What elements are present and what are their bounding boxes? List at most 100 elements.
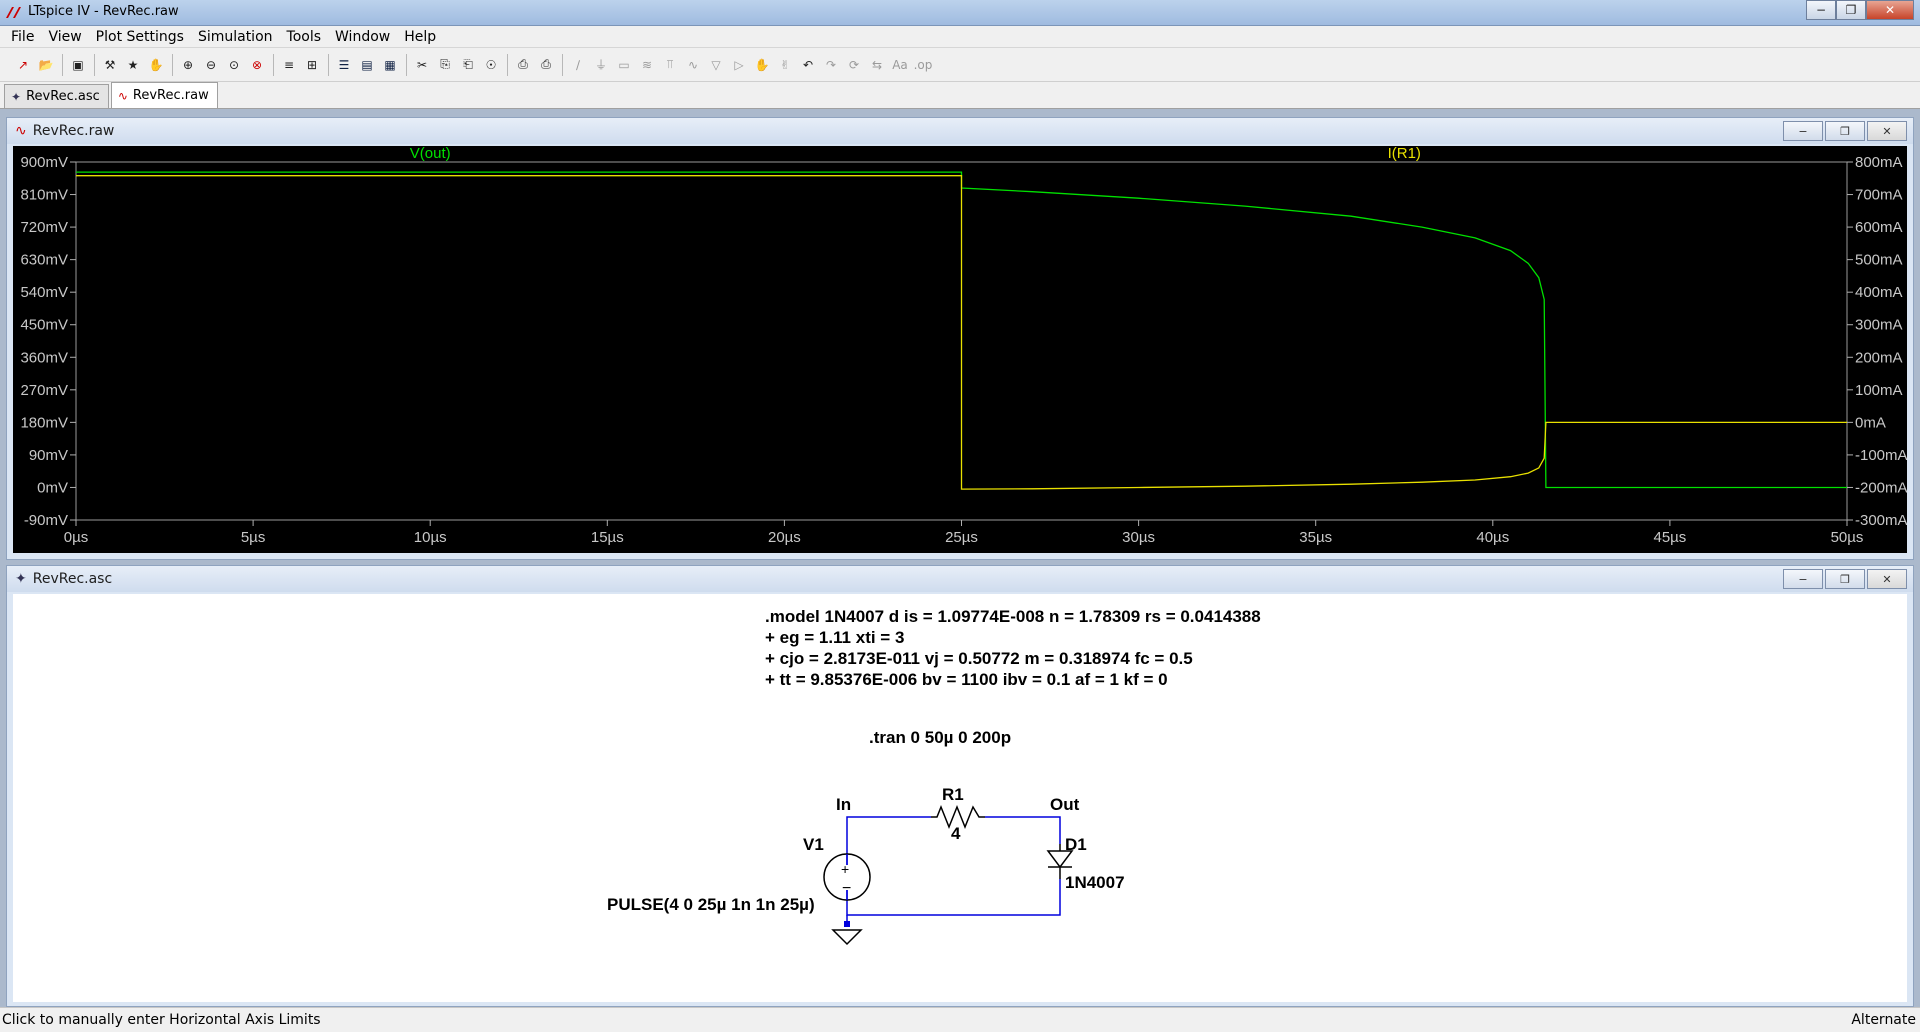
text-icon[interactable]: Aa xyxy=(889,54,911,76)
new-schematic-icon[interactable]: ↗ xyxy=(12,54,34,76)
right-tick-label: 400mA xyxy=(1855,284,1903,301)
zoom-cancel-icon[interactable]: ⊗ xyxy=(246,54,268,76)
right-tick-label: 800mA xyxy=(1855,154,1903,171)
net-label-in[interactable]: In xyxy=(836,795,851,814)
model-directive-line-1[interactable]: .model 1N4007 d is = 1.09774E-008 n = 1.… xyxy=(765,607,1261,626)
menu-view[interactable]: View xyxy=(41,29,88,45)
model-directive-line-3[interactable]: + cjo = 2.8173E-011 vj = 0.50772 m = 0.3… xyxy=(765,649,1193,668)
tab-revrec-raw[interactable]: ∿ RevRec.raw xyxy=(110,82,218,108)
x-tick-label: 15µs xyxy=(591,529,624,546)
schematic-drawing[interactable]: .model 1N4007 d is = 1.09774E-008 n = 1.… xyxy=(13,594,1907,1002)
model-directive-line-4[interactable]: + tt = 9.85376E-006 bv = 1100 ibv = 0.1 … xyxy=(765,670,1168,689)
find-icon[interactable]: ☉ xyxy=(480,54,502,76)
menu-file[interactable]: File xyxy=(4,29,41,45)
menu-simulation[interactable]: Simulation xyxy=(191,29,280,45)
app-titlebar: LTspice IV - RevRec.raw − ❐ ✕ xyxy=(0,0,1920,26)
child-minimize-button[interactable]: − xyxy=(1783,569,1823,589)
child-restore-button[interactable]: ❐ xyxy=(1825,121,1865,141)
menu-tools[interactable]: Tools xyxy=(280,29,329,45)
left-tick-label: 180mV xyxy=(20,414,68,431)
waveform-icon: ∿ xyxy=(117,88,128,103)
cut-icon[interactable]: ✂ xyxy=(411,54,433,76)
save-icon[interactable]: ▣ xyxy=(67,54,89,76)
autorange-icon[interactable]: ≡ xyxy=(278,54,300,76)
left-tick-label: 0mV xyxy=(37,479,68,496)
voltage-source-v1[interactable]: + − xyxy=(823,853,871,901)
toolbar: ↗ 📂 ▣ ⚒ ★ ✋ ⊕ ⊖ ⊙ ⊗ ≡ ⊞ ☰ ▤ ▦ ✂ ⎘ ⎗ ☉ ⎙ … xyxy=(0,48,1920,82)
mirror-icon[interactable]: ⇆ xyxy=(866,54,888,76)
label-icon[interactable]: ▭ xyxy=(613,54,635,76)
tab-revrec-asc[interactable]: ✦ RevRec.asc xyxy=(4,84,109,108)
child-minimize-button[interactable]: − xyxy=(1783,121,1823,141)
print-preview-icon[interactable]: ⎙ xyxy=(512,54,534,76)
ltspice-logo-icon xyxy=(6,7,21,18)
schematic-window-titlebar: ✦ RevRec.asc xyxy=(7,566,1913,592)
menu-help[interactable]: Help xyxy=(397,29,443,45)
child-restore-button[interactable]: ❐ xyxy=(1825,569,1865,589)
x-tick-label: 0µs xyxy=(64,529,89,546)
rotate-icon[interactable]: ⟳ xyxy=(843,54,865,76)
d1-value[interactable]: 1N4007 xyxy=(1065,873,1125,892)
r1-value[interactable]: 4 xyxy=(951,824,961,843)
child-close-button[interactable]: ✕ xyxy=(1867,569,1907,589)
close-button[interactable]: ✕ xyxy=(1866,0,1914,20)
left-tick-label: 540mV xyxy=(20,284,68,301)
spice-directive-icon[interactable]: .op xyxy=(912,54,934,76)
diode-icon[interactable]: ▽ xyxy=(705,54,727,76)
r1-name[interactable]: R1 xyxy=(942,785,964,804)
zoom-in-icon[interactable]: ⊕ xyxy=(177,54,199,76)
left-tick-label: -90mV xyxy=(24,512,68,529)
waveform-window-titlebar: ∿ RevRec.raw xyxy=(7,118,1913,144)
x-tick-label: 35µs xyxy=(1299,529,1332,546)
inductor-icon[interactable]: ∿ xyxy=(682,54,704,76)
restore-button[interactable]: ❐ xyxy=(1836,0,1866,20)
wire-icon[interactable]: ∕ xyxy=(567,54,589,76)
halt-icon[interactable]: ✋ xyxy=(145,54,167,76)
tile-horizontal-icon[interactable]: ☰ xyxy=(333,54,355,76)
trace-i-r1[interactable] xyxy=(76,175,1847,490)
left-tick-label: 810mV xyxy=(20,187,68,204)
child-close-button[interactable]: ✕ xyxy=(1867,121,1907,141)
drag-icon[interactable]: ✌ xyxy=(774,54,796,76)
trace-legend-label[interactable]: V(out) xyxy=(410,145,451,162)
zoom-out-icon[interactable]: ⊖ xyxy=(200,54,222,76)
paste-icon[interactable]: ⎗ xyxy=(457,54,479,76)
left-tick-label: 630mV xyxy=(20,252,68,269)
right-tick-label: 500mA xyxy=(1855,252,1903,269)
menu-plot-settings[interactable]: Plot Settings xyxy=(89,29,191,45)
resistor-icon[interactable]: ≋ xyxy=(636,54,658,76)
undo-icon[interactable]: ↶ xyxy=(797,54,819,76)
zoom-full-icon[interactable]: ⊙ xyxy=(223,54,245,76)
schematic-canvas[interactable]: .model 1N4007 d is = 1.09774E-008 n = 1.… xyxy=(13,594,1907,1002)
waveform-chart[interactable]: 900mV 810mV 720mV 630mV 540mV 450mV 360mV 270mV… xyxy=(13,145,1907,553)
ground-symbol[interactable] xyxy=(831,921,863,946)
redo-icon[interactable]: ↷ xyxy=(820,54,842,76)
ground-icon[interactable]: ⏚ xyxy=(590,54,612,76)
copy-icon[interactable]: ⎘ xyxy=(434,54,456,76)
menu-bar: File View Plot Settings Simulation Tools… xyxy=(0,26,1920,48)
grid-icon[interactable]: ⊞ xyxy=(301,54,323,76)
net-label-out[interactable]: Out xyxy=(1050,795,1080,814)
run-icon[interactable]: ★ xyxy=(122,54,144,76)
trace-legend-label[interactable]: I(R1) xyxy=(1388,145,1421,162)
model-directive-line-2[interactable]: + eg = 1.11 xti = 3 xyxy=(765,628,904,647)
menu-window[interactable]: Window xyxy=(328,29,397,45)
tran-directive[interactable]: .tran 0 50µ 0 200p xyxy=(869,728,1011,747)
component-icon[interactable]: ▷ xyxy=(728,54,750,76)
x-tick-label: 45µs xyxy=(1653,529,1686,546)
x-tick-label: 10µs xyxy=(414,529,447,546)
capacitor-icon[interactable]: ⫪ xyxy=(659,54,681,76)
control-panel-icon[interactable]: ⚒ xyxy=(99,54,121,76)
v1-value[interactable]: PULSE(4 0 25µ 1n 1n 25µ) xyxy=(607,895,815,914)
waveform-plot-area[interactable]: 900mV 810mV 720mV 630mV 540mV 450mV 360mV 270mV… xyxy=(13,145,1908,553)
minimize-button[interactable]: − xyxy=(1806,0,1836,20)
print-icon[interactable]: ⎙ xyxy=(535,54,557,76)
svg-text:−: − xyxy=(842,880,851,897)
x-tick-label: 25µs xyxy=(945,529,978,546)
v1-name[interactable]: V1 xyxy=(803,835,824,854)
status-bar: Click to manually enter Horizontal Axis … xyxy=(0,1007,1920,1032)
cascade-icon[interactable]: ▦ xyxy=(379,54,401,76)
move-icon[interactable]: ✋ xyxy=(751,54,773,76)
tile-vertical-icon[interactable]: ▤ xyxy=(356,54,378,76)
open-icon[interactable]: 📂 xyxy=(35,54,57,76)
